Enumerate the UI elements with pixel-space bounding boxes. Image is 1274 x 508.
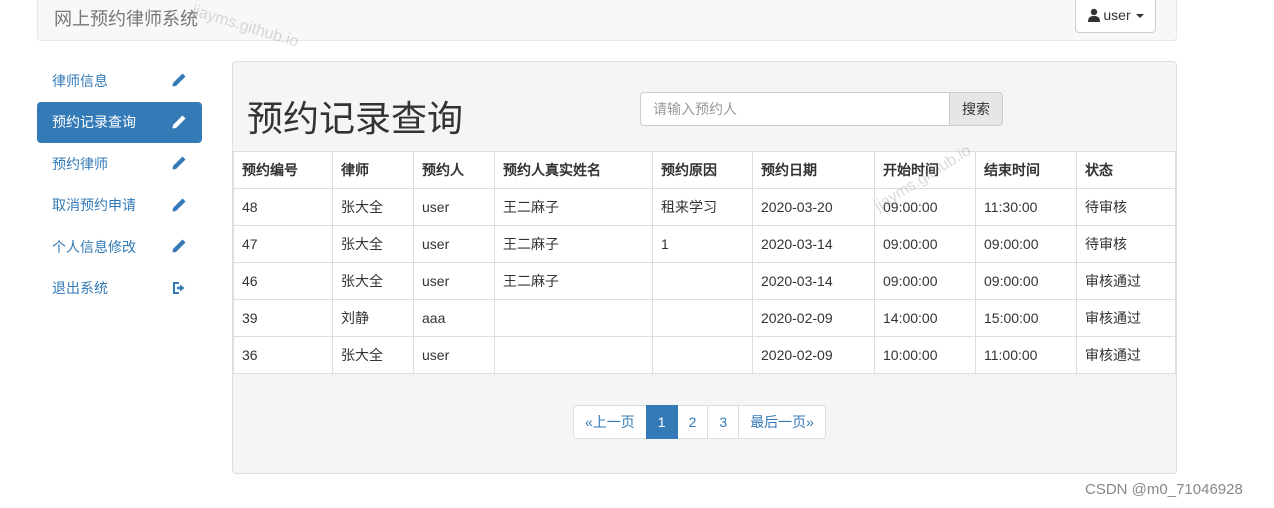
- pagination-last[interactable]: 最后一页»: [738, 405, 826, 439]
- pencil-icon: [172, 73, 186, 87]
- logout-icon: [173, 281, 185, 294]
- pagination-page-1[interactable]: 1: [645, 405, 678, 439]
- sidebar-item-edit-profile[interactable]: 个人信息修改: [37, 226, 202, 268]
- brand-title[interactable]: 网上预约律师系统: [54, 5, 198, 31]
- column-header-real-name: 预约人真实姓名: [494, 151, 653, 189]
- cell-start-time: 10:00:00: [874, 336, 976, 374]
- cell-real-name: 王二麻子: [494, 225, 653, 263]
- sidebar-item-cancel-booking[interactable]: 取消预约申请: [37, 185, 202, 227]
- cell-date: 2020-03-14: [752, 225, 875, 263]
- cell-real-name: [494, 336, 653, 374]
- cell-lawyer: 张大全: [332, 262, 414, 300]
- sidebar-item-label: 取消预约申请: [52, 197, 136, 214]
- cell-reason: 租来学习: [652, 188, 753, 226]
- cell-status: 审核通过: [1076, 336, 1176, 374]
- cell-id: 48: [233, 188, 333, 226]
- records-table: 预约编号 律师 预约人 预约人真实姓名 预约原因 预约日期 开始时间 结束时间 …: [233, 151, 1176, 374]
- column-header-date: 预约日期: [752, 151, 875, 189]
- cell-real-name: 王二麻子: [494, 262, 653, 300]
- table-header-row: 预约编号 律师 预约人 预约人真实姓名 预约原因 预约日期 开始时间 结束时间 …: [233, 151, 1176, 189]
- pencil-icon: [172, 156, 186, 170]
- top-navbar: 网上预约律师系统 user: [37, 0, 1177, 41]
- cell-start-time: 14:00:00: [874, 299, 976, 337]
- footer-watermark: CSDN @m0_71046928: [1085, 481, 1243, 498]
- search-input[interactable]: [640, 92, 949, 126]
- cell-date: 2020-03-20: [752, 188, 875, 226]
- cell-status: 审核通过: [1076, 299, 1176, 337]
- sidebar-item-label: 预约律师: [52, 155, 108, 172]
- cell-lawyer: 刘静: [332, 299, 414, 337]
- cell-reason: 1: [652, 225, 753, 263]
- pagination-page-3[interactable]: 3: [707, 405, 740, 439]
- search-group: 搜索: [640, 92, 1003, 126]
- pagination-prev[interactable]: «上一页: [573, 405, 647, 439]
- column-header-status: 状态: [1076, 151, 1176, 189]
- cell-date: 2020-02-09: [752, 336, 875, 374]
- sidebar-item-logout[interactable]: 退出系统: [37, 268, 202, 310]
- cell-booker: user: [413, 336, 495, 374]
- user-menu-label: user: [1103, 7, 1131, 23]
- cell-reason: [652, 336, 753, 374]
- sidebar-item-label: 律师信息: [52, 72, 108, 89]
- cell-date: 2020-03-14: [752, 262, 875, 300]
- cell-status: 待审核: [1076, 225, 1176, 263]
- cell-booker: user: [413, 262, 495, 300]
- pencil-icon: [172, 198, 186, 211]
- cell-id: 46: [233, 262, 333, 300]
- sidebar-item-label: 退出系统: [52, 280, 108, 297]
- user-icon: [1088, 8, 1101, 22]
- cell-id: 39: [233, 299, 333, 337]
- sidebar-item-lawyer-info[interactable]: 律师信息: [37, 60, 202, 102]
- cell-lawyer: 张大全: [332, 188, 414, 226]
- cell-lawyer: 张大全: [332, 336, 414, 374]
- table-row: 46 张大全 user 王二麻子 2020-03-14 09:00:00 09:…: [233, 262, 1176, 300]
- sidebar-item-label: 预约记录查询: [52, 114, 136, 131]
- records-panel: 预约记录查询 搜索 预约编号 律师 预约人 预约人真实姓名 预约原因 预约日期 …: [232, 61, 1177, 474]
- cell-id: 36: [233, 336, 333, 374]
- cell-status: 待审核: [1076, 188, 1176, 226]
- user-menu-button[interactable]: user: [1075, 0, 1156, 33]
- sidebar-item-label: 个人信息修改: [52, 238, 136, 255]
- column-header-booker: 预约人: [413, 151, 495, 189]
- pagination-page-2[interactable]: 2: [676, 405, 709, 439]
- cell-real-name: [494, 299, 653, 337]
- table-row: 48 张大全 user 王二麻子 租来学习 2020-03-20 09:00:0…: [233, 188, 1176, 226]
- page-title: 预约记录查询: [247, 98, 464, 139]
- column-header-id: 预约编号: [233, 151, 333, 189]
- caret-down-icon: [1135, 14, 1144, 18]
- column-header-end-time: 结束时间: [975, 151, 1077, 189]
- column-header-start-time: 开始时间: [874, 151, 976, 189]
- pencil-icon: [172, 115, 186, 128]
- cell-lawyer: 张大全: [332, 225, 414, 263]
- pagination: «上一页 1 2 3 最后一页»: [573, 405, 826, 439]
- table-row: 39 刘静 aaa 2020-02-09 14:00:00 15:00:00 审…: [233, 299, 1176, 337]
- search-button[interactable]: 搜索: [949, 92, 1003, 126]
- cell-end-time: 09:00:00: [975, 262, 1077, 300]
- cell-reason: [652, 262, 753, 300]
- table-row: 36 张大全 user 2020-02-09 10:00:00 11:00:00…: [233, 336, 1176, 374]
- cell-booker: user: [413, 188, 495, 226]
- cell-date: 2020-02-09: [752, 299, 875, 337]
- sidebar-item-book-lawyer[interactable]: 预约律师: [37, 143, 202, 185]
- cell-booker: aaa: [413, 299, 495, 337]
- cell-end-time: 11:30:00: [975, 188, 1077, 226]
- pencil-icon: [172, 239, 186, 253]
- cell-end-time: 11:00:00: [975, 336, 1077, 374]
- table-row: 47 张大全 user 王二麻子 1 2020-03-14 09:00:00 0…: [233, 225, 1176, 263]
- cell-reason: [652, 299, 753, 337]
- cell-end-time: 15:00:00: [975, 299, 1077, 337]
- cell-start-time: 09:00:00: [874, 262, 976, 300]
- cell-start-time: 09:00:00: [874, 225, 976, 263]
- sidebar-item-booking-records[interactable]: 预约记录查询: [37, 101, 202, 143]
- cell-id: 47: [233, 225, 333, 263]
- cell-status: 审核通过: [1076, 262, 1176, 300]
- sidebar-nav: 律师信息 预约记录查询 预约律师 取消预约申请 个人信息修改 退出系统: [37, 60, 202, 309]
- cell-real-name: 王二麻子: [494, 188, 653, 226]
- cell-booker: user: [413, 225, 495, 263]
- column-header-reason: 预约原因: [652, 151, 753, 189]
- column-header-lawyer: 律师: [332, 151, 414, 189]
- cell-end-time: 09:00:00: [975, 225, 1077, 263]
- cell-start-time: 09:00:00: [874, 188, 976, 226]
